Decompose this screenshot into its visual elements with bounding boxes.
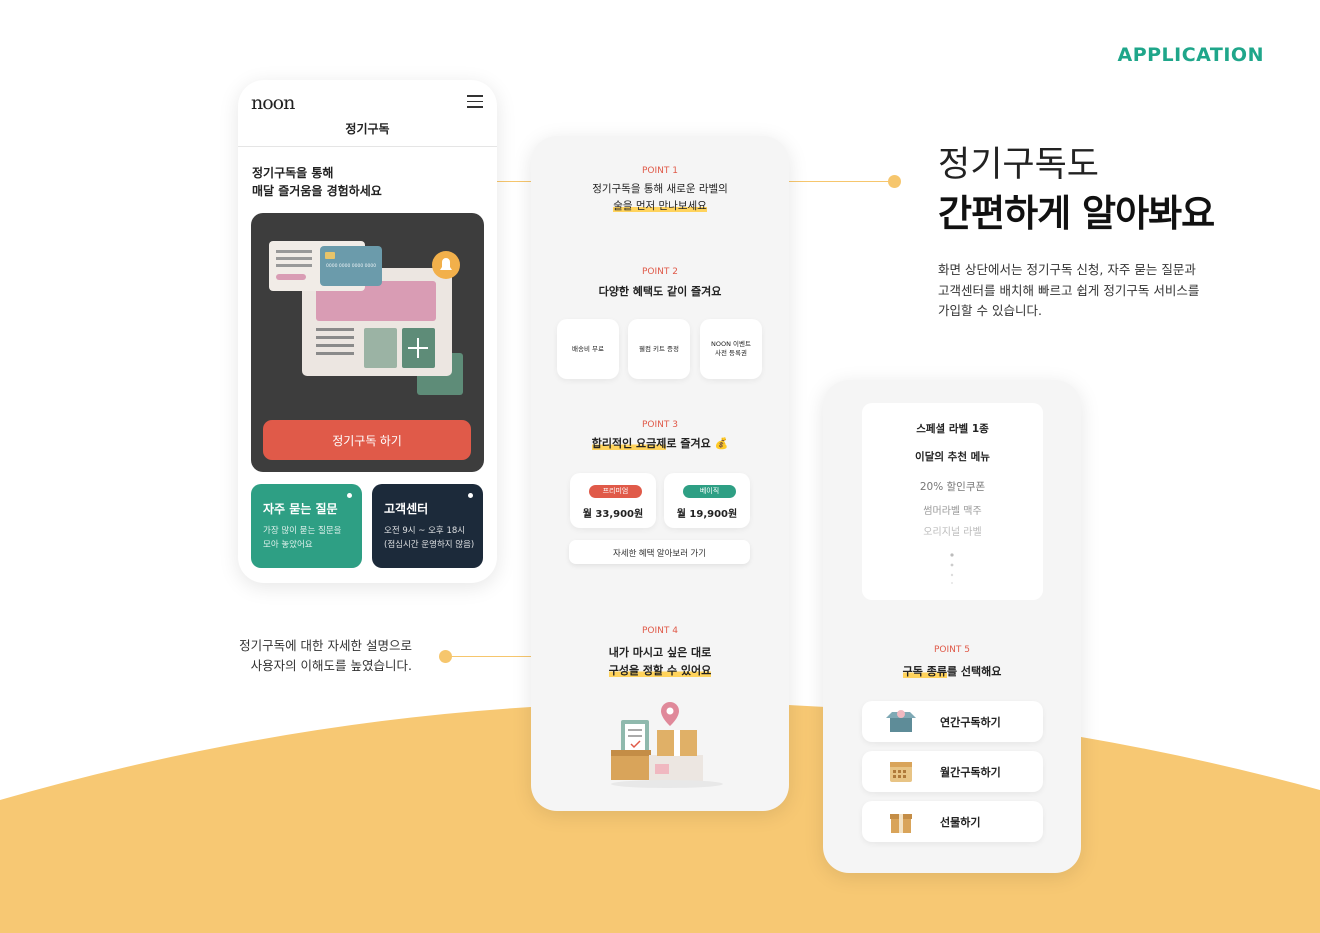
benefit-details-button[interactable]: 자세한 혜택 알아보러 가기 xyxy=(569,540,750,564)
gift-icon xyxy=(890,814,912,833)
point-4-label: POINT 4 xyxy=(642,626,678,636)
gift-button[interactable]: 선물하기 xyxy=(862,801,1043,842)
point-4-line1: 내가 마시고 싶은 대로 xyxy=(608,646,712,659)
support-title: 고객센터 xyxy=(384,502,429,516)
point-3-label: POINT 3 xyxy=(642,420,678,430)
faq-description: 가장 많이 묻는 질문을 모아 놓았어요 xyxy=(263,526,342,550)
menu-item: 스페셜 라벨 1종 xyxy=(916,423,989,435)
benefit-free-shipping: 배송비 무료 xyxy=(557,319,619,379)
phone-subscription-points: POINT 1 정기구독을 통해 새로운 라벨의 술을 먼저 만나보세요 POI… xyxy=(531,136,789,811)
annual-subscription-button[interactable]: 연간구독하기 xyxy=(862,701,1043,742)
point-5-label: POINT 5 xyxy=(934,645,970,655)
menu-preview-card: 스페셜 라벨 1종 이달의 추천 메뉴 20% 할인쿠폰 썸머라벨 맥주 오리지… xyxy=(862,403,1043,600)
plan-badge: 베이직 xyxy=(683,485,736,498)
point-1-line1: 정기구독을 통해 새로운 라벨의 xyxy=(592,183,728,195)
support-description: 오전 9시 ~ 오후 18시 (점심시간 운영하지 않음) xyxy=(384,526,475,550)
plan-badge: 프리미엄 xyxy=(589,485,642,498)
customer-center-tile[interactable]: 고객센터 오전 9시 ~ 오후 18시 (점심시간 운영하지 않음) xyxy=(372,484,483,568)
connector-dot xyxy=(888,175,901,188)
menu-item: 오리지널 라벨 xyxy=(923,527,982,538)
hamburger-menu-icon[interactable] xyxy=(467,95,483,108)
headline-line1: 정기구독도 xyxy=(938,145,1100,185)
more-dots-icon xyxy=(950,553,954,584)
menu-item: 썸머라벨 맥주 xyxy=(923,506,982,517)
menu-item: 이달의 추천 메뉴 xyxy=(915,451,990,463)
subscription-illustration xyxy=(269,241,463,395)
subscribe-button[interactable]: 정기구독 하기 xyxy=(263,420,471,460)
point-5-title: 구독 종류를 선택해요 xyxy=(902,665,1002,678)
plan-price: 월 19,900원 xyxy=(676,509,738,520)
monthly-subscription-button[interactable]: 월간구독하기 xyxy=(862,751,1043,792)
subscription-hero-card: 0000 0000 0000 0000 정기구독 하기 xyxy=(251,213,484,472)
intro-text: 정기구독을 통해 매달 즐거움을 경험하세요 xyxy=(252,166,382,198)
point-1-line2: 술을 먼저 만나보세요 xyxy=(613,200,707,212)
card-number: 0000 0000 0000 0000 xyxy=(326,264,377,269)
noon-logo[interactable]: noon xyxy=(251,92,295,114)
benefit-welcome-kit: 웰컴 키트 증정 xyxy=(628,319,690,379)
faq-tile[interactable]: 자주 묻는 질문 가장 많이 묻는 질문을 모아 놓았어요 xyxy=(251,484,362,568)
point-2-label: POINT 2 xyxy=(642,267,678,277)
phone-subscription-main: noon 정기구독 정기구독을 통해 매달 즐거움을 경험하세요 0000 00… xyxy=(238,80,497,583)
plan-premium[interactable]: 프리미엄 월 33,900원 xyxy=(570,473,656,528)
phone-subscription-types: 스페셜 라벨 1종 이달의 추천 메뉴 20% 할인쿠폰 썸머라벨 맥주 오리지… xyxy=(823,380,1081,873)
faq-title: 자주 묻는 질문 xyxy=(263,502,338,516)
connector-line xyxy=(497,181,531,182)
headline-description: 화면 상단에서는 정기구독 신청, 자주 묻는 질문과 고객센터를 배치해 빠르… xyxy=(938,262,1200,318)
plan-basic[interactable]: 베이직 월 19,900원 xyxy=(664,473,750,528)
dot-icon xyxy=(468,493,473,498)
calendar-icon xyxy=(890,762,912,782)
connector-dot xyxy=(439,650,452,663)
menu-item: 20% 할인쿠폰 xyxy=(919,481,986,493)
point-1-label: POINT 1 xyxy=(642,166,678,176)
connector-line xyxy=(789,181,891,182)
point-2-title: 다양한 혜택도 같이 즐겨요 xyxy=(598,285,722,298)
left-note: 정기구독에 대한 자세한 설명으로 사용자의 이해도를 높였습니다. xyxy=(239,638,412,673)
point-3-title: 합리적인 요금제로 즐겨요 💰 xyxy=(591,437,729,450)
dot-icon xyxy=(347,493,352,498)
connector-line xyxy=(450,656,531,657)
section-label: APPLICATION xyxy=(1117,44,1264,66)
box-icon xyxy=(886,710,916,732)
page-title: 정기구독 xyxy=(345,122,390,136)
delivery-boxes-illustration xyxy=(611,702,723,788)
benefit-event-pass: NOON 이벤트 사전 등록권 xyxy=(700,319,762,379)
point-4-line2: 구성을 정할 수 있어요 xyxy=(608,664,712,677)
headline-line2: 간편하게 알아봐요 xyxy=(938,192,1215,235)
plan-price: 월 33,900원 xyxy=(582,509,644,520)
app-header: noon 정기구독 xyxy=(238,80,497,147)
